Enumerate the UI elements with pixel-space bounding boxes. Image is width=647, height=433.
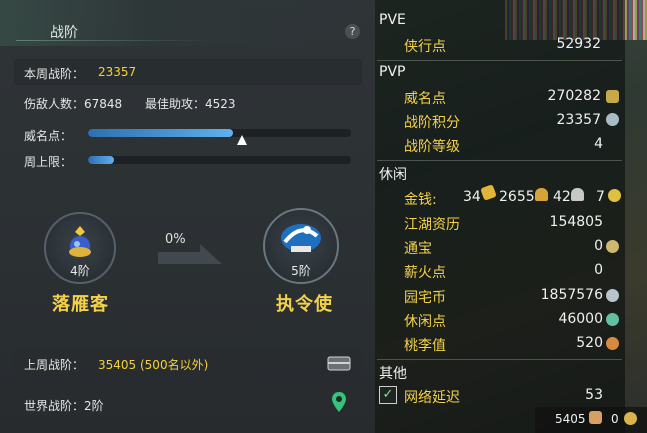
coin-icon [608, 189, 621, 202]
pvp-item-label: 战阶等级 [404, 139, 460, 155]
pve-item-value: 52932 [556, 36, 601, 52]
silver-ingot-icon [535, 188, 548, 201]
leisure-section-title: 休闲 [379, 167, 407, 183]
money-silver-value: 2655 [499, 189, 535, 205]
next-rank-emblem-icon [281, 224, 321, 252]
weekly-cap-fill [88, 156, 115, 164]
leisure-item-label: 休闲点 [404, 314, 446, 330]
pvp-item-value: 4 [594, 136, 603, 152]
divider [377, 60, 622, 61]
house-coin-icon [606, 289, 619, 302]
last-week-value: 35405 (500名以外) [98, 358, 209, 372]
leisure-item-label: 薪火点 [404, 265, 446, 281]
panel-titlebar: 战阶 [0, 0, 375, 46]
leisure-points-icon [606, 313, 619, 326]
rank-score-icon [606, 113, 619, 126]
pve-section-title: PVE [379, 12, 406, 28]
leisure-item-label: 江湖资历 [404, 217, 460, 233]
location-pin-icon[interactable] [332, 392, 346, 414]
leisure-item-value: 0 [594, 262, 603, 278]
leisure-item-value: 1857576 [540, 287, 603, 303]
tongbao-icon [606, 240, 619, 253]
week-rank-label: 本周战阶： [24, 67, 85, 81]
panel-title: 战阶 [50, 25, 78, 41]
world-rank-label: 世界战阶：2阶 [24, 399, 104, 413]
next-rank-level: 5阶 [291, 264, 311, 278]
copper-ingot-icon [571, 188, 584, 201]
leisure-item-label: 桃李值 [404, 338, 446, 354]
peach-icon [606, 337, 619, 350]
divider [377, 359, 622, 360]
pvp-item-value: 270282 [547, 88, 601, 104]
fame-progress-bar [88, 129, 351, 137]
last-week-row: 上周战阶： 35405 (500名以外) [14, 350, 362, 376]
week-rank-value: 23357 [98, 65, 137, 79]
current-rank-medal[interactable]: 4阶 [44, 212, 116, 284]
leisure-item-value: 46000 [558, 311, 603, 327]
leisure-item-label: 通宝 [404, 241, 432, 257]
current-rank-level: 4阶 [70, 264, 90, 278]
latency-value: 53 [585, 387, 603, 403]
battle-rank-panel: 战阶 ? 本周战阶： 23357 伤敌人数：67848 最佳助攻：4523 威名… [0, 0, 375, 433]
help-icon[interactable]: ? [345, 24, 360, 39]
leisure-item-value: 0 [594, 238, 603, 254]
kills-stat: 伤敌人数：67848 [24, 97, 123, 111]
leisure-item-label: 园宅币 [404, 290, 446, 306]
title-divider [16, 40, 216, 41]
fame-progress-fill [88, 129, 233, 137]
footer-left-value: 5405 [555, 412, 586, 426]
last-week-label: 上周战阶： [24, 358, 85, 372]
latency-checkbox[interactable]: ✓ [379, 386, 397, 404]
pve-item-label: 侠行点 [404, 39, 446, 55]
footer-boot-icon [589, 411, 602, 424]
leisure-item-value: 154805 [549, 214, 603, 230]
money-copper-value: 42 [553, 189, 571, 205]
footer-right-value: 0 [611, 412, 619, 426]
next-rank-medal[interactable]: 5阶 [263, 208, 339, 284]
money-extra-value: 7 [596, 189, 605, 205]
other-section-title: 其他 [379, 366, 407, 382]
arrow-right-icon [158, 244, 222, 264]
current-rank-name: 落雁客 [52, 294, 109, 315]
money-gold-value: 34 [463, 189, 481, 205]
leisure-item-value: 520 [576, 335, 603, 351]
next-rank-name: 执令使 [276, 294, 333, 315]
pvp-item-label: 威名点 [404, 91, 446, 107]
weekly-cap-label: 周上限： [24, 155, 73, 169]
latency-label: 网络延迟 [404, 390, 460, 406]
fame-marker-icon [237, 135, 247, 145]
fame-label: 威名点： [24, 129, 73, 143]
chest-icon[interactable] [327, 355, 351, 371]
assist-stat: 最佳助攻：4523 [145, 97, 236, 111]
currency-panel: PVE 侠行点 52932 PVP 威名点 270282 战阶积分 23357 … [375, 0, 647, 433]
week-rank-row: 本周战阶： 23357 [14, 59, 362, 85]
weekly-cap-bar [88, 156, 351, 164]
fame-points-icon [606, 90, 619, 103]
money-label: 金钱: [404, 192, 437, 208]
pvp-item-label: 战阶积分 [404, 115, 460, 131]
pvp-item-value: 23357 [556, 112, 601, 128]
pvp-section-title: PVP [379, 64, 406, 80]
footer-coin-icon [624, 412, 637, 425]
divider [377, 160, 622, 161]
current-rank-emblem-icon [69, 226, 91, 257]
